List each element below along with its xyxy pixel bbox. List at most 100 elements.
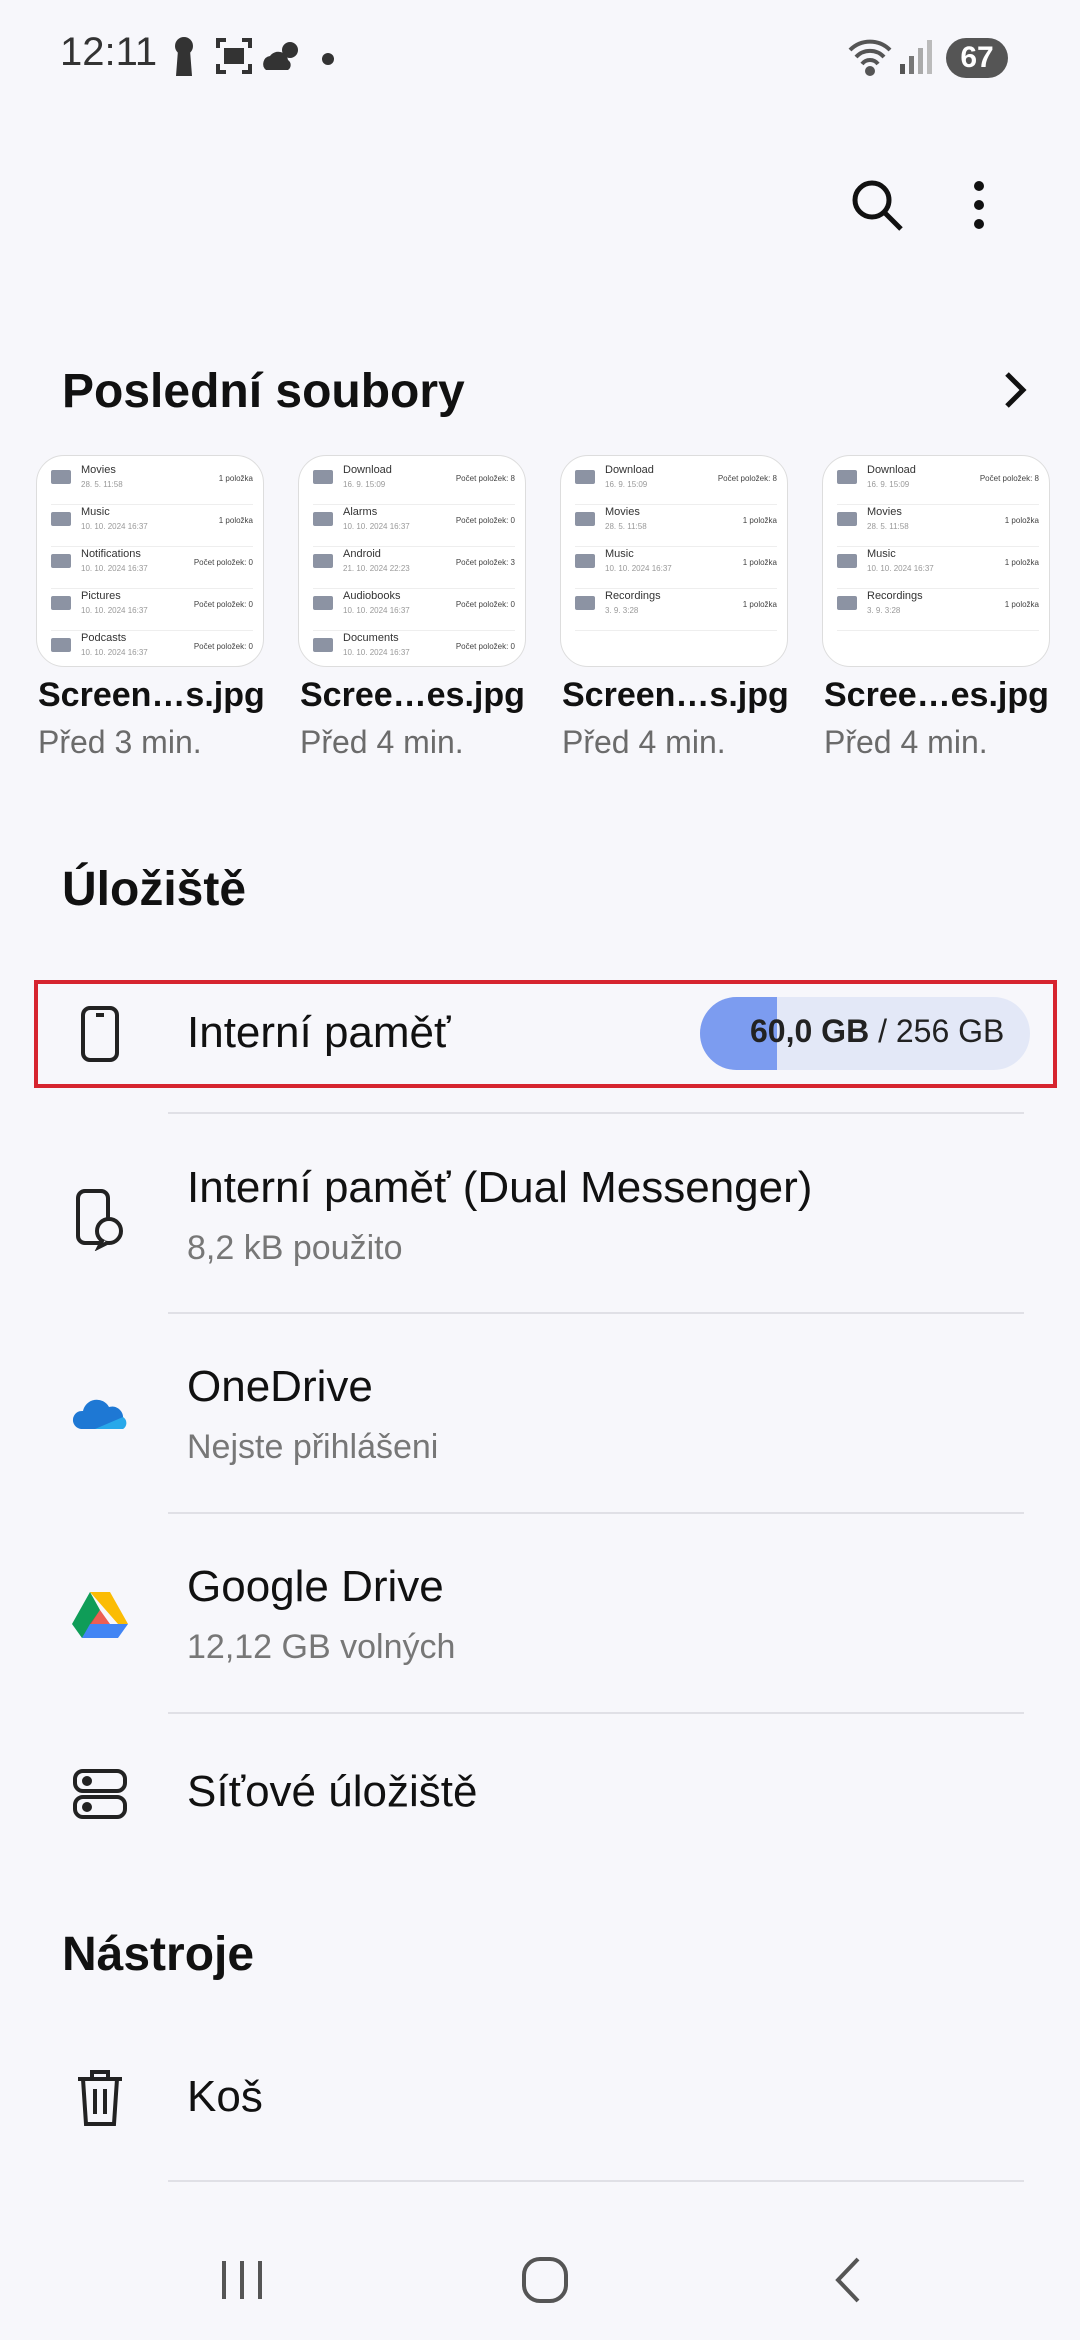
divider	[168, 1712, 1024, 1714]
recent-files-title: Poslední soubory	[62, 365, 465, 418]
folder-icon	[313, 638, 333, 652]
recent-file-name[interactable]: Screen…s.jpg	[562, 676, 789, 715]
thumbnail-row-count: 1 položka	[218, 516, 253, 525]
thumbnail-row-name: Music	[81, 506, 110, 518]
screenshot-icon	[214, 36, 254, 81]
thumbnail-row-count: 1 položka	[742, 600, 777, 609]
thumbnail-row-name: Recordings	[605, 590, 661, 602]
thumbnail-row-count: Počet položek: 8	[979, 474, 1039, 483]
thumbnail-row-count: Počet položek: 0	[455, 600, 515, 609]
recent-file-name[interactable]: Screen…s.jpg	[38, 676, 265, 715]
battery-indicator: 67	[946, 38, 1008, 78]
onedrive-icon	[70, 1383, 130, 1443]
folder-icon	[575, 596, 595, 610]
thumbnail-row-count: 1 položka	[1004, 558, 1039, 567]
folder-icon	[313, 512, 333, 526]
thumbnail-row-name: Download	[867, 464, 916, 476]
trash-icon	[70, 2068, 130, 2128]
folder-icon	[313, 596, 333, 610]
thumbnail-row-date: 28. 5. 11:58	[605, 522, 647, 531]
folder-icon	[837, 512, 857, 526]
thumbnail-row-name: Documents	[343, 632, 399, 644]
dual-messenger-icon	[70, 1189, 130, 1251]
thumbnail-row-date: 10. 10. 2024 16:37	[343, 606, 410, 615]
folder-icon	[837, 554, 857, 568]
thumbnail-row-count: 1 položka	[218, 474, 253, 483]
thumbnail-row-count: Počet položek: 8	[455, 474, 515, 483]
thumbnail-row: Movies 28. 5. 11:58 1 položka	[575, 506, 777, 547]
back-button[interactable]	[803, 2240, 893, 2320]
divider	[168, 1312, 1024, 1314]
thumbnail-row-date: 28. 5. 11:58	[81, 480, 123, 489]
thumbnail-row: Music 10. 10. 2024 16:37 1 položka	[575, 548, 777, 589]
thumbnail-row-date: 3. 9. 3:28	[867, 606, 901, 615]
storage-item-subtext: 12,12 GB volných	[187, 1628, 456, 1666]
thumbnail-row-count: Počet položek: 3	[455, 558, 515, 567]
thumbnail-row-name: Android	[343, 548, 381, 560]
thumbnail-row-name: Alarms	[343, 506, 378, 518]
thumbnail-row-date: 10. 10. 2024 16:37	[81, 606, 148, 615]
storage-item-label: Síťové úložiště	[187, 1767, 478, 1816]
thumbnail-row-date: 10. 10. 2024 16:37	[343, 648, 410, 657]
recent-file-name[interactable]: Scree…es.jpg	[300, 676, 525, 715]
thumbnail-row-name: Music	[605, 548, 634, 560]
status-time: 12:11	[60, 30, 158, 74]
dot-icon	[322, 52, 334, 70]
thumbnail-row-date: 10. 10. 2024 16:37	[605, 564, 672, 573]
thumbnail-row: Download 16. 9. 15:09 Počet položek: 8	[575, 464, 777, 505]
thumbnail-row: Movies 28. 5. 11:58 1 položka	[837, 506, 1039, 547]
folder-icon	[51, 470, 71, 484]
thumbnail-row-date: 10. 10. 2024 16:37	[343, 522, 410, 531]
storage-item-subtext: 8,2 kB použito	[187, 1229, 403, 1267]
recent-file-thumbnail[interactable]: Download 16. 9. 15:09 Počet položek: 8 Alar…	[298, 455, 526, 667]
divider	[168, 1112, 1024, 1114]
thumbnail-row-date: 10. 10. 2024 16:37	[81, 522, 148, 531]
storage-item-subtext: Nejste přihlášeni	[187, 1428, 439, 1466]
thumbnail-row: Android 21. 10. 2024 22:23 Počet položek: …	[313, 548, 515, 589]
tools-title: Nástroje	[62, 1928, 255, 1981]
folder-icon	[575, 512, 595, 526]
recent-apps-button[interactable]	[197, 2240, 287, 2320]
folder-icon	[51, 554, 71, 568]
search-button[interactable]	[842, 170, 912, 240]
recent-file-thumbnail[interactable]: Download 16. 9. 15:09 Počet položek: 8 Movi…	[560, 455, 788, 667]
thumbnail-row-date: 16. 9. 15:09	[867, 480, 910, 489]
thumbnail-row-name: Audiobooks	[343, 590, 401, 602]
folder-icon	[837, 596, 857, 610]
storage-title: Úložiště	[62, 863, 247, 916]
thumbnail-row: Download 16. 9. 15:09 Počet položek: 8	[837, 464, 1039, 505]
recent-file-thumbnail[interactable]: Movies 28. 5. 11:58 1 položka Music 10. 10. …	[36, 455, 264, 667]
thumbnail-row-count: Počet položek: 0	[193, 600, 253, 609]
google-drive-icon	[70, 1584, 130, 1644]
chevron-right-icon	[1005, 372, 1027, 408]
more-options-icon	[974, 181, 984, 229]
navigation-bar	[0, 2220, 1080, 2340]
thumbnail-row-name: Recordings	[867, 590, 923, 602]
thumbnail-row: Recordings 3. 9. 3:28 1 položka	[837, 590, 1039, 631]
thumbnail-row: Movies 28. 5. 11:58 1 položka	[51, 464, 253, 505]
highlight-box	[34, 980, 1057, 1088]
thumbnail-row: Recordings 3. 9. 3:28 1 položka	[575, 590, 777, 631]
thumbnail-row: Alarms 10. 10. 2024 16:37 Počet položek: 0	[313, 506, 515, 547]
folder-icon	[313, 554, 333, 568]
tools-item-label: Koš	[187, 2072, 263, 2121]
more-options-button[interactable]	[944, 170, 1014, 240]
thumbnail-row: Music 10. 10. 2024 16:37 1 položka	[51, 506, 253, 547]
thumbnail-row-date: 10. 10. 2024 16:37	[81, 564, 148, 573]
storage-item-label: Interní paměť (Dual Messenger)	[187, 1163, 813, 1212]
thumbnail-row-date: 28. 5. 11:58	[867, 522, 909, 531]
recent-file-thumbnail[interactable]: Download 16. 9. 15:09 Počet položek: 8 Movi…	[822, 455, 1050, 667]
thumbnail-row-count: 1 položka	[1004, 600, 1039, 609]
recent-files-more-button[interactable]	[995, 360, 1035, 420]
thumbnail-row-name: Podcasts	[81, 632, 127, 644]
folder-icon	[51, 596, 71, 610]
thumbnail-row-date: 3. 9. 3:28	[605, 606, 639, 615]
thumbnail-row: Documents 10. 10. 2024 16:37 Počet položek…	[313, 632, 515, 666]
recent-file-name[interactable]: Scree…es.jpg	[824, 676, 1049, 715]
signal-icon	[896, 36, 936, 81]
home-button[interactable]	[500, 2240, 590, 2320]
weather-icon	[260, 36, 304, 81]
recent-file-time: Před 4 min.	[300, 724, 464, 760]
recent-file-time: Před 4 min.	[824, 724, 988, 760]
thumbnail-row-name: Movies	[605, 506, 640, 518]
